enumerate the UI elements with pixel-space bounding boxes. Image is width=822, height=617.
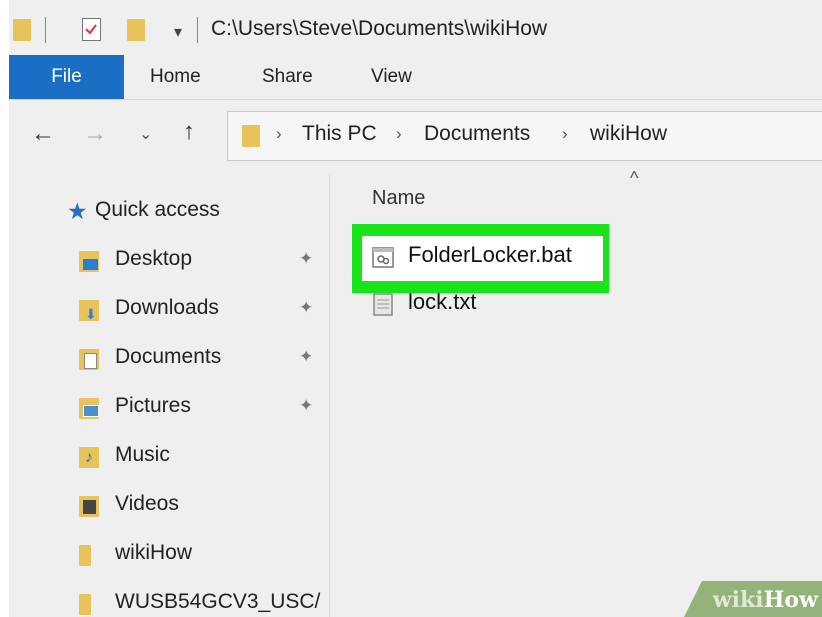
pin-icon[interactable]: ✦ <box>299 298 313 318</box>
divider <box>197 17 198 43</box>
sidebar-item-label: wikiHow <box>115 541 193 564</box>
sidebar-item-wikihow[interactable]: wikiHow <box>79 539 329 571</box>
sidebar-item-desktop[interactable]: Desktop ✦ <box>79 245 329 277</box>
batch-file-icon <box>372 246 394 269</box>
sidebar-item-downloads[interactable]: ⬇ Downloads ✦ <box>79 294 329 326</box>
folder-icon <box>242 125 260 147</box>
address-bar[interactable]: › This PC › Documents › wikiHow <box>227 111 822 161</box>
text-file-icon <box>372 293 394 316</box>
breadcrumb-separator-icon[interactable]: › <box>562 124 568 144</box>
folder-icon <box>13 19 31 41</box>
sidebar-item-wusb54gcv3[interactable]: WUSB54GCV3_USC/ <box>79 588 329 617</box>
forward-arrow-icon[interactable]: → <box>83 120 107 148</box>
divider <box>45 17 46 43</box>
file-name: lock.txt <box>408 289 477 314</box>
ribbon-tabs: File Home Share View <box>9 55 822 99</box>
folder-icon <box>79 545 91 566</box>
breadcrumb-wikihow[interactable]: wikiHow <box>590 122 667 146</box>
sidebar-item-label: Documents <box>115 345 222 368</box>
sidebar-item-pictures[interactable]: Pictures ✦ <box>79 392 329 424</box>
breadcrumb-separator-icon[interactable]: › <box>276 124 282 144</box>
wikihow-watermark: wikiHow <box>662 581 822 617</box>
up-arrow-icon[interactable]: ↑ <box>183 118 195 146</box>
pin-icon[interactable]: ✦ <box>299 396 313 416</box>
sidebar-item-label: Pictures <box>115 394 191 417</box>
properties-icon[interactable] <box>82 18 101 41</box>
breadcrumb-separator-icon[interactable]: › <box>396 124 402 144</box>
file-explorer-window: ▾ C:\Users\Steve\Documents\wikiHow File … <box>9 0 822 617</box>
star-icon: ★ <box>67 198 88 224</box>
sidebar-item-music[interactable]: ♪ Music <box>79 441 329 473</box>
navigation-pane: ★ Quick access Desktop ✦ ⬇ Downloads ✦ D… <box>9 175 329 617</box>
sidebar-item-label: Downloads <box>115 296 219 319</box>
pin-icon[interactable]: ✦ <box>299 249 313 269</box>
navigation-bar: ← → ⌄ ↑ › This PC › Documents › wikiHow <box>9 99 822 176</box>
tab-share[interactable]: Share <box>262 55 313 99</box>
sidebar-item-label: Quick access <box>95 198 220 221</box>
tab-home[interactable]: Home <box>150 55 201 99</box>
window-title-path: C:\Users\Steve\Documents\wikiHow <box>211 17 548 40</box>
tab-view[interactable]: View <box>371 55 412 99</box>
recent-locations-chevron-icon[interactable]: ⌄ <box>139 124 152 144</box>
customize-quick-access-button[interactable]: ▾ <box>174 22 182 42</box>
sort-ascending-icon: ^ <box>630 168 639 188</box>
desktop-folder-icon <box>79 251 99 272</box>
videos-folder-icon <box>79 496 99 517</box>
sidebar-item-quick-access[interactable]: ★ Quick access <box>67 196 329 228</box>
breadcrumb-documents[interactable]: Documents <box>424 122 530 146</box>
pin-icon[interactable]: ✦ <box>299 347 313 367</box>
pictures-folder-icon <box>79 398 99 419</box>
documents-folder-icon <box>79 349 99 370</box>
sidebar-item-documents[interactable]: Documents ✦ <box>79 343 329 375</box>
folder-icon <box>79 594 91 615</box>
file-name: FolderLocker.bat <box>408 242 572 267</box>
title-bar: ▾ C:\Users\Steve\Documents\wikiHow <box>9 0 822 62</box>
sidebar-item-label: Videos <box>115 492 179 515</box>
sidebar-item-label: WUSB54GCV3_USC/ <box>115 590 321 613</box>
breadcrumb-this-pc[interactable]: This PC <box>302 122 377 146</box>
music-folder-icon: ♪ <box>79 447 99 468</box>
sidebar-item-label: Music <box>115 443 170 466</box>
back-arrow-icon[interactable]: ← <box>31 120 55 148</box>
column-header-name[interactable]: Name <box>372 187 425 210</box>
sidebar-item-label: Desktop <box>115 247 193 270</box>
tab-file[interactable]: File <box>9 55 124 99</box>
new-folder-icon[interactable] <box>127 19 145 41</box>
file-list: ^ Name FolderLocker.bat lock.txt <box>330 168 822 617</box>
sidebar-item-videos[interactable]: Videos <box>79 490 329 522</box>
downloads-folder-icon: ⬇ <box>79 300 99 322</box>
watermark-text: wikiHow <box>712 587 818 613</box>
